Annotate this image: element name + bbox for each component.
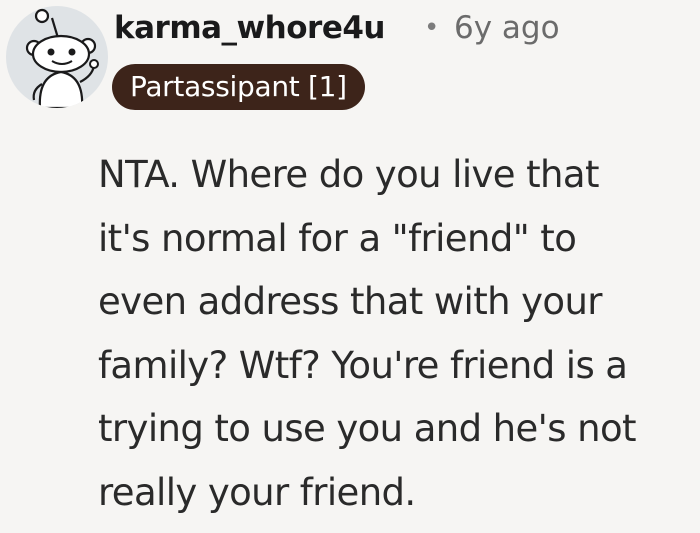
- user-avatar[interactable]: [6, 6, 108, 108]
- comment-body-line: really your friend.: [98, 470, 416, 514]
- username-link[interactable]: karma_whore4u: [114, 8, 386, 48]
- comment-body-line: family? Wtf? You're friend is a: [98, 343, 628, 387]
- meta-separator: •: [424, 13, 440, 43]
- snoo-avatar-icon: [25, 8, 99, 108]
- comment-body-line: trying to use you and he's not: [98, 407, 636, 450]
- comment-body: NTA. Where do you live that it's normal …: [98, 143, 698, 524]
- comment-timestamp[interactable]: 6y ago: [454, 8, 560, 48]
- comment-body-line: it's normal for a "friend" to: [98, 216, 577, 260]
- comment: karma_whore4u • 6y ago Partassipant [1] …: [0, 0, 700, 533]
- comment-body-line: even address that with your: [98, 280, 603, 323]
- user-flair-badge: Partassipant [1]: [112, 64, 365, 110]
- comment-body-line: NTA. Where do you live that: [98, 153, 599, 196]
